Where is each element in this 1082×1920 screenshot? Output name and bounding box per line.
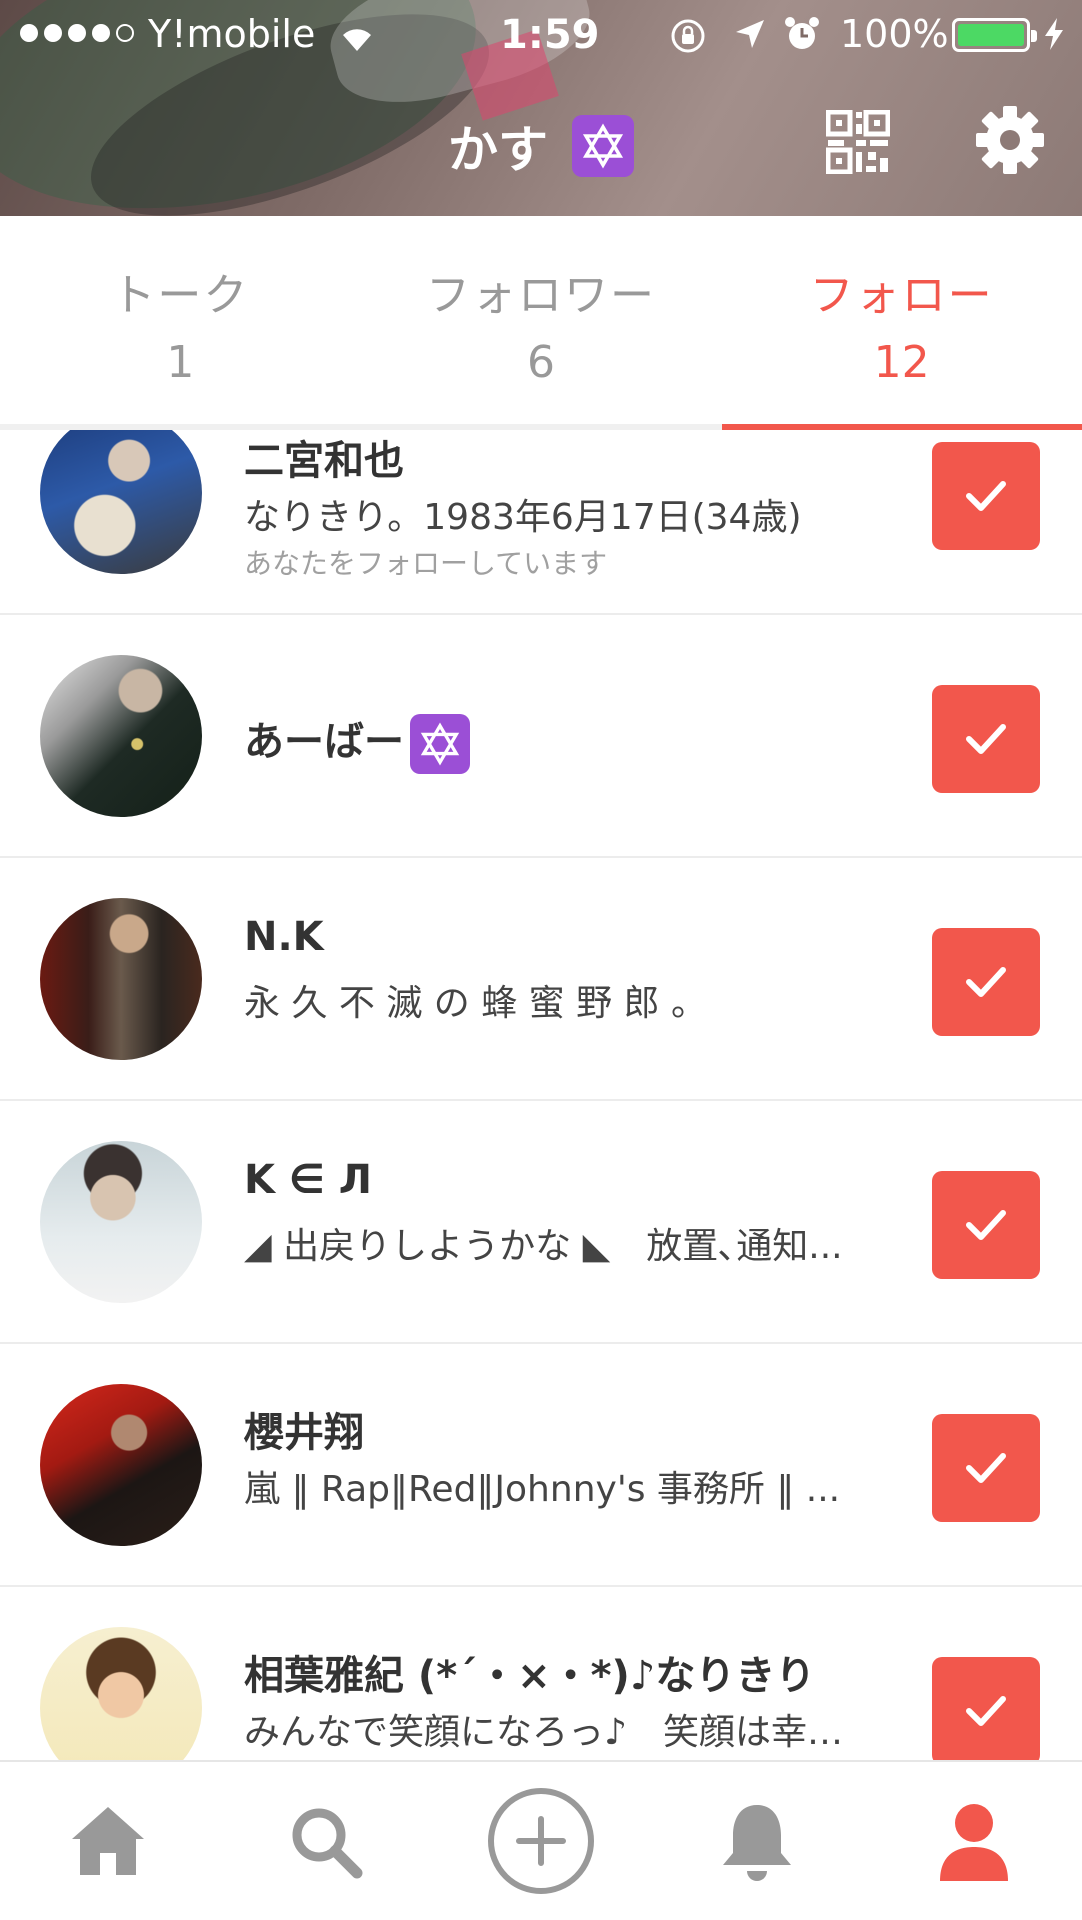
nav-post[interactable] [433, 1761, 649, 1920]
tab-followers[interactable]: フォロワー 6 [361, 216, 722, 430]
profile-icon [939, 1804, 1008, 1881]
signal-strength-icon [20, 24, 134, 42]
list-item[interactable]: K ∈ Л ◢ 出戻りしようかな ◣ 放置､通知... [0, 1101, 1082, 1344]
star-of-david-icon [572, 115, 634, 177]
tab-count: 1 [166, 336, 195, 388]
status-bar: Y!mobile 1:59 100% [0, 0, 1082, 68]
list-item[interactable]: あーばー [0, 615, 1082, 858]
user-bio: みんなで笑顔になろっ♪ 笑顔は幸… [244, 1712, 843, 1753]
tab-following[interactable]: フォロー 12 [721, 216, 1082, 430]
checkmark-icon [966, 1696, 1006, 1726]
user-name: あーばー [244, 719, 404, 765]
clock-time: 1:59 [500, 12, 600, 58]
wifi-icon [340, 18, 374, 62]
avatar[interactable] [40, 1627, 202, 1760]
checkmark-icon [966, 967, 1006, 997]
list-item[interactable]: N.K 永 久 不 滅 の 蜂 蜜 野 郎 。 [0, 858, 1082, 1101]
qr-code-icon [825, 109, 891, 175]
user-name: N.K [244, 914, 324, 960]
tab-count: 6 [527, 336, 555, 388]
alarm-icon [782, 14, 822, 63]
app-screen: Y!mobile 1:59 100% かす トーク 1 フォロワー 6 フォロー… [0, 0, 1082, 1920]
battery-icon [952, 18, 1037, 52]
following-toggle-button[interactable] [932, 1171, 1040, 1279]
star-of-david-icon [410, 714, 470, 774]
carrier-name: Y!mobile [148, 12, 316, 56]
page-title: かす [0, 110, 1082, 182]
qr-code-button[interactable] [825, 109, 891, 175]
profile-name: かす [448, 121, 548, 179]
user-bio: 嵐 ‖ Rap‖Red‖Johnny's 事務所 ‖ ... [244, 1469, 841, 1510]
following-toggle-button[interactable] [932, 1414, 1040, 1522]
list-item[interactable]: 二宮和也 なりきり。1983年6月17日(34歳) あなたをフォローしています [0, 430, 1082, 615]
profile-header: Y!mobile 1:59 100% かす [0, 0, 1082, 216]
settings-button[interactable] [974, 104, 1046, 176]
search-icon [292, 1808, 363, 1879]
following-toggle-button[interactable] [932, 685, 1040, 793]
battery-percentage: 100% [840, 12, 949, 56]
user-name: 櫻井翔 [244, 1410, 364, 1456]
avatar[interactable] [40, 898, 202, 1060]
nav-notifications[interactable] [649, 1761, 865, 1920]
tab-label: トーク [111, 269, 250, 321]
nav-profile[interactable] [866, 1761, 1082, 1920]
list-item[interactable]: 櫻井翔 嵐 ‖ Rap‖Red‖Johnny's 事務所 ‖ ... [0, 1344, 1082, 1587]
avatar[interactable] [40, 430, 202, 574]
list-item[interactable]: 相葉雅紀 (*´・×・*)♪なりきり みんなで笑顔になろっ♪ 笑顔は幸… [0, 1587, 1082, 1760]
checkmark-icon [966, 1210, 1006, 1240]
following-toggle-button[interactable] [932, 442, 1040, 550]
add-circle-icon [488, 1788, 595, 1894]
tab-label: フォロー [809, 269, 994, 321]
checkmark-icon [966, 724, 1006, 754]
user-bio: ◢ 出戻りしようかな ◣ 放置､通知... [244, 1226, 843, 1267]
follows-you-note: あなたをフォローしています [244, 547, 608, 580]
user-name: 相葉雅紀 (*´・×・*)♪なりきり [244, 1653, 816, 1699]
charging-icon [1042, 16, 1066, 61]
user-name-line: あーばー [244, 709, 470, 774]
home-icon [72, 1807, 145, 1875]
tab-bar: トーク 1 フォロワー 6 フォロー 12 [0, 216, 1082, 430]
location-arrow-icon [732, 16, 768, 61]
avatar[interactable] [40, 1141, 202, 1303]
avatar[interactable] [40, 1384, 202, 1546]
following-list[interactable]: 二宮和也 なりきり。1983年6月17日(34歳) あなたをフォローしています … [0, 430, 1082, 1760]
checkmark-icon [966, 481, 1006, 511]
tab-count: 12 [873, 336, 930, 388]
tab-talk[interactable]: トーク 1 [0, 216, 361, 430]
nav-search[interactable] [216, 1761, 432, 1920]
tab-label: フォロワー [426, 269, 656, 321]
bottom-navigation [0, 1760, 1082, 1920]
avatar[interactable] [40, 655, 202, 817]
user-bio: 永 久 不 滅 の 蜂 蜜 野 郎 。 [244, 983, 707, 1024]
gear-icon [976, 106, 1044, 174]
rotation-lock-icon [668, 16, 708, 65]
following-toggle-button[interactable] [932, 928, 1040, 1036]
user-bio: なりきり。1983年6月17日(34歳) [244, 497, 802, 538]
following-toggle-button[interactable] [932, 1657, 1040, 1760]
checkmark-icon [966, 1453, 1006, 1483]
user-name: 二宮和也 [244, 438, 404, 484]
nav-home[interactable] [0, 1761, 216, 1920]
bell-icon [723, 1805, 792, 1881]
user-name: K ∈ Л [244, 1157, 372, 1203]
